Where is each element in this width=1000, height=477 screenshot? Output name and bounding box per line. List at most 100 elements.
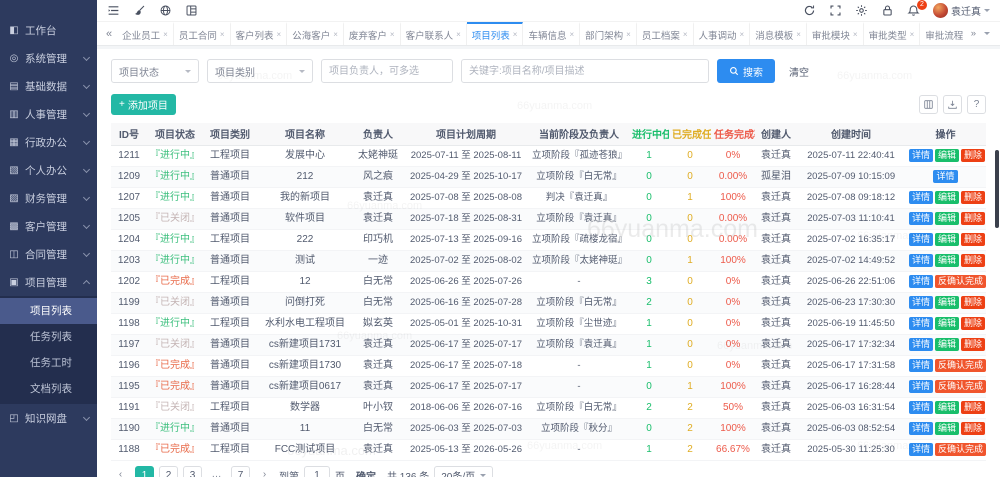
反确认完成-button[interactable]: 反确认完成 [935, 380, 986, 393]
sidebar-subitem-任务工时[interactable]: 任务工时 [0, 350, 97, 376]
next-page-button[interactable]: › [255, 466, 274, 477]
反确认完成-button[interactable]: 反确认完成 [935, 275, 986, 288]
详情-button[interactable]: 详情 [909, 275, 933, 288]
close-icon[interactable]: × [513, 30, 518, 39]
close-icon[interactable]: × [456, 30, 461, 39]
close-icon[interactable]: × [390, 30, 395, 39]
详情-button[interactable]: 详情 [909, 338, 933, 351]
sidebar-item-项目管理[interactable]: ▣项目管理 [0, 268, 97, 296]
tabs-scroll-right[interactable]: » [971, 28, 976, 39]
close-icon[interactable]: × [796, 30, 801, 39]
layout-icon[interactable] [185, 4, 198, 17]
export-icon[interactable] [943, 95, 962, 114]
编辑-button[interactable]: 编辑 [935, 233, 959, 246]
编辑-button[interactable]: 编辑 [935, 338, 959, 351]
jump-page-input[interactable] [304, 466, 330, 477]
tab-审批类型[interactable]: 审批类型× [864, 22, 921, 45]
详情-button[interactable]: 详情 [909, 380, 933, 393]
编辑-button[interactable]: 编辑 [935, 401, 959, 414]
close-icon[interactable]: × [277, 30, 282, 39]
jump-confirm-button[interactable]: 确定 [350, 466, 382, 477]
tab-企业员工[interactable]: 企业员工× [117, 22, 174, 45]
编辑-button[interactable]: 编辑 [935, 191, 959, 204]
删除-button[interactable]: 删除 [961, 401, 985, 414]
search-button[interactable]: 搜索 [717, 59, 775, 83]
tabs-menu-chevron-icon[interactable] [984, 32, 990, 38]
tab-废弃客户[interactable]: 废弃客户× [344, 22, 401, 45]
tab-人事调动[interactable]: 人事调动× [694, 22, 751, 45]
删除-button[interactable]: 删除 [961, 422, 985, 435]
sidebar-item-行政办公[interactable]: ▦行政办公 [0, 128, 97, 156]
sidebar-item-个人办公[interactable]: ▧个人办公 [0, 156, 97, 184]
sidebar-item-客户管理[interactable]: ▩客户管理 [0, 212, 97, 240]
page-button-2[interactable]: 2 [159, 466, 178, 477]
close-icon[interactable]: × [333, 30, 338, 39]
sidebar-item-合同管理[interactable]: ◫合同管理 [0, 240, 97, 268]
反确认完成-button[interactable]: 反确认完成 [935, 359, 986, 372]
prev-page-button[interactable]: ‹ [111, 466, 130, 477]
sidebar-item-知识网盘[interactable]: ◰知识网盘 [0, 404, 97, 432]
编辑-button[interactable]: 编辑 [935, 254, 959, 267]
close-icon[interactable]: × [569, 30, 574, 39]
sidebar-subitem-任务列表[interactable]: 任务列表 [0, 324, 97, 350]
help-icon[interactable]: ? [967, 95, 986, 114]
page-size-select[interactable]: 20条/页 [434, 466, 493, 477]
详情-button[interactable]: 详情 [909, 359, 933, 372]
删除-button[interactable]: 删除 [961, 149, 985, 162]
keyword-input[interactable] [461, 59, 709, 83]
sidebar-subitem-项目列表[interactable]: 项目列表 [0, 298, 97, 324]
gear-icon[interactable] [855, 4, 868, 17]
tab-审批流程[interactable]: 审批流程× [920, 22, 964, 45]
add-project-button[interactable]: + 添加项目 [111, 94, 176, 115]
tabs-scroll-left[interactable]: « [101, 22, 117, 45]
tab-客户列表[interactable]: 客户列表× [231, 22, 288, 45]
globe-icon[interactable] [159, 4, 172, 17]
page-button-1[interactable]: 1 [135, 466, 154, 477]
notifications[interactable]: 2 [907, 4, 920, 17]
fullscreen-icon[interactable] [829, 4, 842, 17]
删除-button[interactable]: 删除 [961, 317, 985, 330]
tab-部门架构[interactable]: 部门架构× [580, 22, 637, 45]
详情-button[interactable]: 详情 [909, 317, 933, 330]
refresh-icon[interactable] [803, 4, 816, 17]
删除-button[interactable]: 删除 [961, 296, 985, 309]
编辑-button[interactable]: 编辑 [935, 422, 959, 435]
brush-icon[interactable] [133, 4, 146, 17]
sidebar-item-基础数据[interactable]: ▤基础数据 [0, 72, 97, 100]
sidebar-item-财务管理[interactable]: ▨财务管理 [0, 184, 97, 212]
close-icon[interactable]: × [740, 30, 745, 39]
编辑-button[interactable]: 编辑 [935, 296, 959, 309]
删除-button[interactable]: 删除 [961, 338, 985, 351]
详情-button[interactable]: 详情 [909, 422, 933, 435]
详情-button[interactable]: 详情 [909, 401, 933, 414]
tab-公海客户[interactable]: 公海客户× [287, 22, 344, 45]
详情-button[interactable]: 详情 [909, 296, 933, 309]
详情-button[interactable]: 详情 [909, 212, 933, 225]
close-icon[interactable]: × [910, 30, 915, 39]
详情-button[interactable]: 详情 [909, 149, 933, 162]
删除-button[interactable]: 删除 [961, 233, 985, 246]
project-owner-input[interactable] [321, 59, 453, 83]
columns-icon[interactable] [919, 95, 938, 114]
close-icon[interactable]: × [853, 30, 858, 39]
编辑-button[interactable]: 编辑 [935, 317, 959, 330]
编辑-button[interactable]: 编辑 [935, 149, 959, 162]
clear-filters-link[interactable]: 清空 [789, 64, 809, 79]
close-icon[interactable]: × [626, 30, 631, 39]
详情-button[interactable]: 详情 [909, 254, 933, 267]
详情-button[interactable]: 详情 [909, 191, 933, 204]
删除-button[interactable]: 删除 [961, 254, 985, 267]
详情-button[interactable]: 详情 [909, 443, 933, 456]
sidebar-item-工作台[interactable]: ◧工作台 [0, 16, 97, 44]
scrollbar-thumb[interactable] [995, 150, 999, 228]
sidebar-item-系统管理[interactable]: ◎系统管理 [0, 44, 97, 72]
close-icon[interactable]: × [683, 30, 688, 39]
tab-消息模板[interactable]: 消息模板× [750, 22, 807, 45]
tab-客户联系人[interactable]: 客户联系人× [401, 22, 467, 45]
page-button-7[interactable]: 7 [231, 466, 250, 477]
close-icon[interactable]: × [163, 30, 168, 39]
project-status-select[interactable]: 项目状态 [111, 59, 199, 83]
sidebar-subitem-文档列表[interactable]: 文档列表 [0, 376, 97, 402]
tab-车辆信息[interactable]: 车辆信息× [523, 22, 580, 45]
反确认完成-button[interactable]: 反确认完成 [935, 443, 986, 456]
